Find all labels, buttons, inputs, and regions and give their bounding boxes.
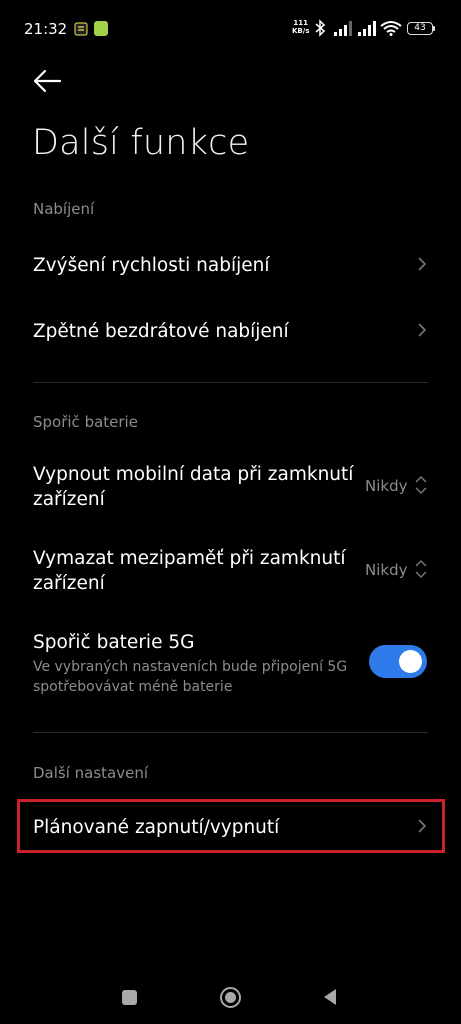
reverse-wireless-charging-label: Zpětné bezdrátové nabíjení (33, 321, 289, 342)
signal-strength-icon (334, 21, 352, 36)
bluetooth-icon (315, 19, 326, 37)
notification-download-icon (94, 21, 108, 36)
network-speed: 111 KB/s (292, 19, 309, 35)
chevron-right-icon (418, 323, 427, 337)
toggle-knob (399, 650, 422, 673)
disable-mobile-data-label-line2: zařízení (33, 489, 105, 510)
home-button[interactable] (219, 986, 242, 1009)
back-arrow-icon[interactable] (30, 64, 64, 98)
battery-saver-5g-toggle[interactable] (369, 645, 427, 678)
page-title: Další funkce (32, 123, 250, 163)
network-speed-value: 111 (293, 19, 309, 27)
clear-cache-label-line2: zařízení (33, 573, 105, 594)
battery-tip (433, 26, 435, 31)
highlight-annotation (17, 799, 445, 853)
signal-strength-icon-2 (358, 21, 376, 36)
charging-speed-label: Zvýšení rychlosti nabíjení (33, 255, 270, 276)
network-speed-unit: KB/s (292, 27, 310, 35)
chevron-up-down-icon (415, 475, 427, 495)
battery-icon: 43 (407, 22, 433, 35)
section-header-charging: Nabíjení (33, 200, 95, 218)
status-time: 21:32 (24, 20, 68, 38)
chevron-right-icon (418, 257, 427, 271)
status-bar: 21:32 111 KB/s 43 (0, 0, 461, 60)
chevron-up-down-icon (415, 559, 427, 579)
section-header-more-settings: Další nastavení (33, 764, 149, 782)
clear-cache-value: Nikdy (365, 561, 408, 579)
clear-cache-label-line1: Vymazat mezipaměť při zamknutí (33, 548, 346, 569)
recents-button[interactable] (122, 990, 137, 1005)
disable-mobile-data-value: Nikdy (365, 477, 408, 495)
battery-saver-5g-label: Spořič baterie 5G (33, 632, 195, 653)
battery-saver-5g-subtitle-line1: Ve vybraných nastaveních bude připojení … (33, 659, 348, 675)
notification-app-icon (74, 22, 88, 36)
section-header-battery-saver: Spořič baterie (33, 413, 138, 431)
divider (33, 732, 428, 733)
disable-mobile-data-label-line1: Vypnout mobilní data při zamknutí (33, 464, 354, 485)
wifi-icon (380, 21, 402, 36)
divider (33, 382, 428, 383)
battery-saver-5g-subtitle-line2: spotřebovávat méně baterie (33, 679, 233, 695)
back-triangle-icon[interactable] (322, 988, 338, 1006)
